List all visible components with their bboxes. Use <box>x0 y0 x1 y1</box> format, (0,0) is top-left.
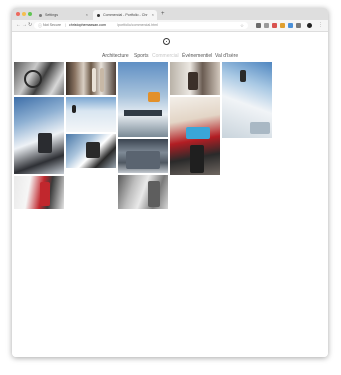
tab-label: Settings <box>45 13 58 17</box>
forward-arrow-icon[interactable]: → <box>22 20 27 31</box>
browser-toolbar: ← → ↻ ⓘ Not Secure | christophemaxsan.co… <box>12 20 328 32</box>
address-separator: | <box>65 23 66 27</box>
back-arrow-icon[interactable]: ← <box>16 20 21 31</box>
settings-gear-icon <box>39 13 42 17</box>
close-icon[interactable]: × <box>86 10 88 20</box>
extension-icon[interactable] <box>288 23 293 28</box>
reload-icon[interactable]: ↻ <box>28 20 32 31</box>
address-bar[interactable]: ⓘ Not Secure | christophemaxsan.com /por… <box>34 22 248 29</box>
photo-ski-shop-interior[interactable] <box>170 62 220 95</box>
site-nav: Architecture Sports Commercial Événement… <box>12 52 328 60</box>
profile-avatar[interactable] <box>307 23 312 28</box>
extension-icon[interactable] <box>296 23 301 28</box>
photo-building-facade[interactable] <box>118 175 168 209</box>
photo-freerider-powder[interactable] <box>222 62 272 138</box>
photo-ski-bindings[interactable] <box>14 62 64 95</box>
close-window-button[interactable] <box>16 12 20 16</box>
tab-label: Commercial - Portfolio - Chr <box>103 13 148 17</box>
photo-skier-red-jacket[interactable] <box>14 176 64 209</box>
photo-skier-deep-snow[interactable] <box>14 97 64 174</box>
photo-skier-portrait[interactable] <box>66 134 116 168</box>
url-path: /portfolio/commercial.html <box>117 23 158 27</box>
info-icon[interactable]: ⓘ <box>38 22 42 29</box>
photo-workshop-skis[interactable] <box>66 62 116 95</box>
browser-window: Settings × Commercial - Portfolio - Chr … <box>12 8 328 357</box>
site-logo[interactable] <box>163 38 170 45</box>
close-icon[interactable]: × <box>152 10 154 20</box>
photo-red-ski-boot[interactable] <box>170 97 220 175</box>
new-tab-button[interactable]: + <box>161 9 165 19</box>
photo-chalet-night[interactable] <box>118 139 168 173</box>
menu-dots-icon[interactable]: ⋮ <box>318 20 323 31</box>
site-favicon-icon <box>97 13 100 17</box>
extension-icon[interactable] <box>272 23 277 28</box>
url-host: christophemaxsan.com <box>69 23 106 27</box>
minimize-window-button[interactable] <box>22 12 26 16</box>
web-page: Architecture Sports Commercial Événement… <box>12 32 328 357</box>
nav-item-architecture[interactable]: Architecture <box>102 52 129 60</box>
photo-skier-slope[interactable] <box>66 97 116 132</box>
nav-item-commercial[interactable]: Commercial <box>152 52 179 60</box>
extension-icon[interactable] <box>264 23 269 28</box>
extension-icon[interactable] <box>256 23 261 28</box>
extension-icon[interactable] <box>280 23 285 28</box>
nav-item-sports[interactable]: Sports <box>134 52 148 60</box>
nav-item-evenementiel[interactable]: Événementiel <box>182 52 212 60</box>
photo-skier-jump-orange[interactable] <box>118 62 168 137</box>
bookmark-star-icon[interactable]: ☆ <box>240 22 244 29</box>
tab-settings[interactable]: Settings × <box>35 10 91 20</box>
maximize-window-button[interactable] <box>28 12 32 16</box>
nav-item-val-disere[interactable]: Val d'Isère <box>215 52 238 60</box>
tab-bar: Settings × Commercial - Portfolio - Chr … <box>12 8 328 20</box>
security-label: Not Secure <box>43 23 61 27</box>
tab-commercial[interactable]: Commercial - Portfolio - Chr × <box>93 10 157 20</box>
